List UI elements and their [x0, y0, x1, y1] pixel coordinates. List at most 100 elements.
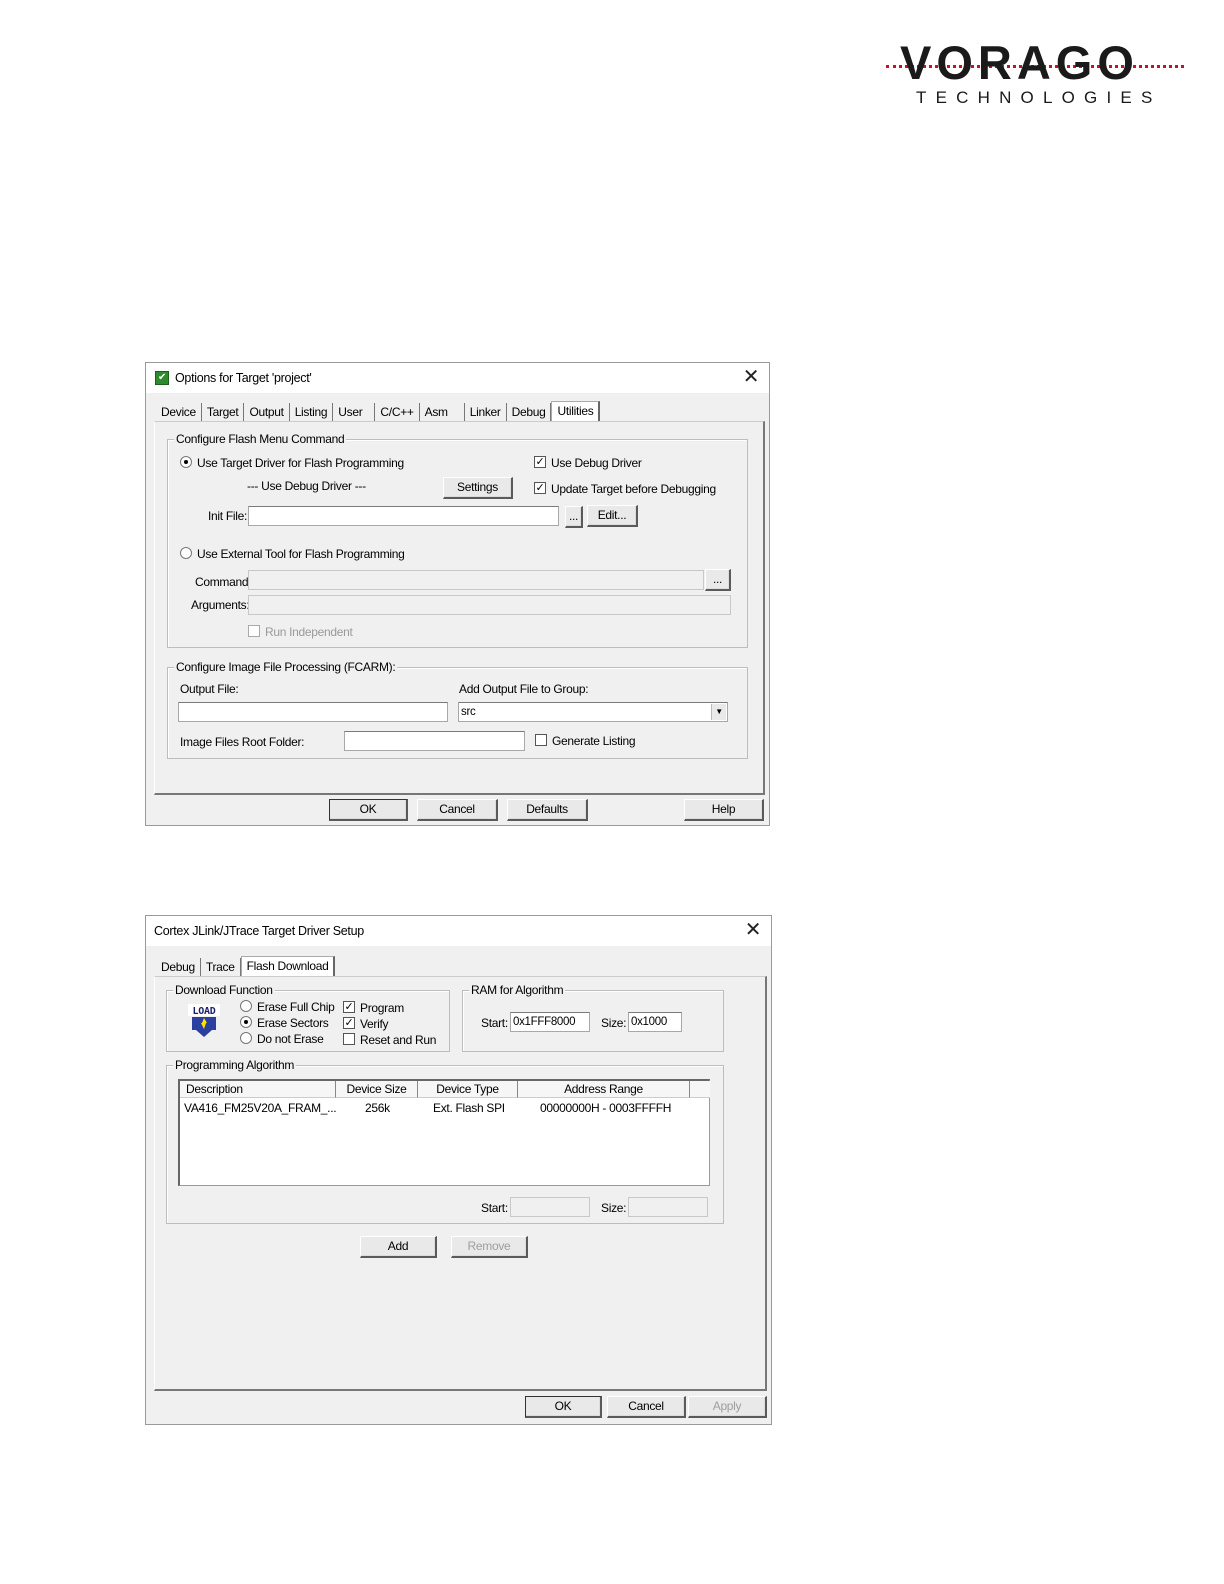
- algorithm-size-label: Size:: [601, 1201, 627, 1215]
- tab-linker[interactable]: Linker: [465, 403, 507, 421]
- add-output-label: Add Output File to Group:: [459, 682, 589, 696]
- tab-output[interactable]: Output: [244, 403, 290, 421]
- use-target-driver-label: Use Target Driver for Flash Programming: [197, 456, 404, 470]
- column-header-device-type[interactable]: Device Type: [418, 1081, 518, 1098]
- ok-button[interactable]: OK: [525, 1396, 602, 1418]
- tab-trace[interactable]: Trace: [201, 958, 241, 976]
- vorago-logo: VORAGO TECHNOLOGIES: [884, 38, 1184, 110]
- row-address-range: 00000000H - 0003FFFFH: [540, 1101, 672, 1115]
- command-input[interactable]: [248, 570, 704, 590]
- load-icon-text: LOAD: [193, 1006, 216, 1017]
- ram-group-title: RAM for Algorithm: [469, 983, 566, 997]
- row-device-type: Ext. Flash SPI: [433, 1101, 505, 1115]
- close-icon[interactable]: ✕: [739, 366, 763, 390]
- arguments-input[interactable]: [248, 595, 731, 615]
- settings-button[interactable]: Settings: [443, 477, 513, 499]
- ram-size-label: Size:: [601, 1016, 627, 1030]
- logo-word: VORAGO: [900, 36, 1139, 89]
- init-file-browse-button[interactable]: ...: [565, 506, 583, 528]
- tab-device[interactable]: Device: [156, 403, 202, 421]
- verify-label: Verify: [360, 1017, 389, 1031]
- dialog1-title: Options for Target 'project': [175, 371, 312, 385]
- close-icon[interactable]: ✕: [741, 919, 765, 943]
- algorithm-start-input[interactable]: [510, 1197, 590, 1217]
- output-file-label: Output File:: [180, 682, 239, 696]
- algorithm-start-label: Start:: [481, 1201, 508, 1215]
- driver-select[interactable]: --- Use Debug Driver ---: [247, 479, 366, 493]
- program-checkbox[interactable]: ✓: [343, 1001, 355, 1013]
- column-header-description[interactable]: Description: [180, 1081, 336, 1098]
- download-function-title: Download Function: [173, 983, 275, 997]
- dialog2-titlebar[interactable]: Cortex JLink/JTrace Target Driver Setup …: [146, 916, 771, 946]
- erase-sectors-label: Erase Sectors: [257, 1016, 329, 1030]
- defaults-button[interactable]: Defaults: [507, 799, 588, 821]
- dialog2-tabs: Debug Trace Flash Download: [156, 956, 336, 978]
- logo-subtitle: TECHNOLOGIES: [916, 88, 1162, 107]
- verify-checkbox[interactable]: ✓: [343, 1017, 355, 1029]
- tab-listing[interactable]: Listing: [290, 403, 334, 421]
- tab-utilities[interactable]: Utilities: [551, 401, 601, 423]
- output-file-input[interactable]: [178, 702, 448, 722]
- cancel-button[interactable]: Cancel: [607, 1396, 686, 1418]
- erase-full-chip-label: Erase Full Chip: [257, 1000, 335, 1014]
- do-not-erase-radio[interactable]: [240, 1032, 252, 1044]
- command-label: Command:: [195, 575, 252, 589]
- ram-start-input[interactable]: 0x1FFF8000: [510, 1012, 590, 1032]
- tab-asm[interactable]: Asm: [420, 403, 465, 421]
- options-for-target-dialog: ✔ Options for Target 'project' ✕ Device …: [145, 362, 770, 826]
- column-header-filler: [690, 1081, 710, 1098]
- do-not-erase-label: Do not Erase: [257, 1032, 324, 1046]
- flash-menu-group: Configure Flash Menu Command: [167, 432, 748, 648]
- reset-and-run-checkbox[interactable]: [343, 1033, 355, 1045]
- use-target-driver-radio[interactable]: [180, 456, 192, 468]
- generate-listing-label: Generate Listing: [552, 734, 636, 748]
- generate-listing-checkbox[interactable]: [535, 734, 547, 746]
- tab-flash-download[interactable]: Flash Download: [240, 956, 336, 978]
- update-target-checkbox[interactable]: ✓: [534, 482, 546, 494]
- use-external-tool-radio[interactable]: [180, 547, 192, 559]
- ram-size-input[interactable]: 0x1000: [628, 1012, 682, 1032]
- erase-sectors-radio[interactable]: [240, 1016, 252, 1028]
- run-independent-label: Run Independent: [265, 625, 353, 639]
- column-header-address-range[interactable]: Address Range: [518, 1081, 690, 1098]
- cancel-button[interactable]: Cancel: [417, 799, 498, 821]
- programming-algorithm-title: Programming Algorithm: [173, 1058, 297, 1072]
- update-target-label: Update Target before Debugging: [551, 482, 716, 496]
- algorithm-size-input[interactable]: [628, 1197, 708, 1217]
- tab-user[interactable]: User: [333, 403, 376, 421]
- dialog1-titlebar[interactable]: ✔ Options for Target 'project' ✕: [146, 363, 769, 393]
- column-header-device-size[interactable]: Device Size: [336, 1081, 418, 1098]
- row-description: VA416_FM25V20A_FRAM_...: [184, 1101, 337, 1115]
- flash-menu-group-title: Configure Flash Menu Command: [174, 432, 347, 446]
- help-button[interactable]: Help: [684, 799, 764, 821]
- tab-cpp[interactable]: C/C++: [375, 403, 420, 421]
- program-label: Program: [360, 1001, 404, 1015]
- dialog2-title: Cortex JLink/JTrace Target Driver Setup: [154, 924, 364, 938]
- apply-button[interactable]: Apply: [688, 1396, 767, 1418]
- group-select[interactable]: src ▼: [458, 702, 728, 722]
- ok-button[interactable]: OK: [329, 799, 408, 821]
- tab-target[interactable]: Target: [202, 403, 245, 421]
- root-folder-input[interactable]: [344, 731, 525, 751]
- init-file-input[interactable]: [248, 506, 559, 526]
- table-row[interactable]: VA416_FM25V20A_FRAM_... 256k Ext. Flash …: [180, 1101, 710, 1117]
- use-external-tool-label: Use External Tool for Flash Programming: [197, 547, 405, 561]
- run-independent-checkbox[interactable]: [248, 625, 260, 637]
- edit-button[interactable]: Edit...: [587, 505, 638, 527]
- reset-and-run-label: Reset and Run: [360, 1033, 437, 1047]
- algorithm-table[interactable]: Description Device Size Device Type Addr…: [178, 1079, 710, 1186]
- tab-debug[interactable]: Debug: [156, 958, 201, 976]
- arguments-label: Arguments:: [191, 598, 250, 612]
- load-icon: LOAD: [188, 1004, 220, 1037]
- chevron-down-icon[interactable]: ▼: [711, 704, 726, 720]
- add-button[interactable]: Add: [360, 1236, 437, 1258]
- use-debug-driver-checkbox[interactable]: ✓: [534, 456, 546, 468]
- tab-debug[interactable]: Debug: [507, 403, 552, 421]
- remove-button[interactable]: Remove: [451, 1236, 528, 1258]
- jlink-driver-setup-dialog: Cortex JLink/JTrace Target Driver Setup …: [145, 915, 772, 1425]
- image-processing-group-title: Configure Image File Processing (FCARM):: [174, 660, 398, 674]
- command-browse-button[interactable]: ...: [705, 569, 731, 591]
- dialog1-tabs: Device Target Output Listing User C/C++ …: [156, 401, 601, 423]
- keil-app-icon: ✔: [155, 371, 169, 385]
- erase-full-chip-radio[interactable]: [240, 1000, 252, 1012]
